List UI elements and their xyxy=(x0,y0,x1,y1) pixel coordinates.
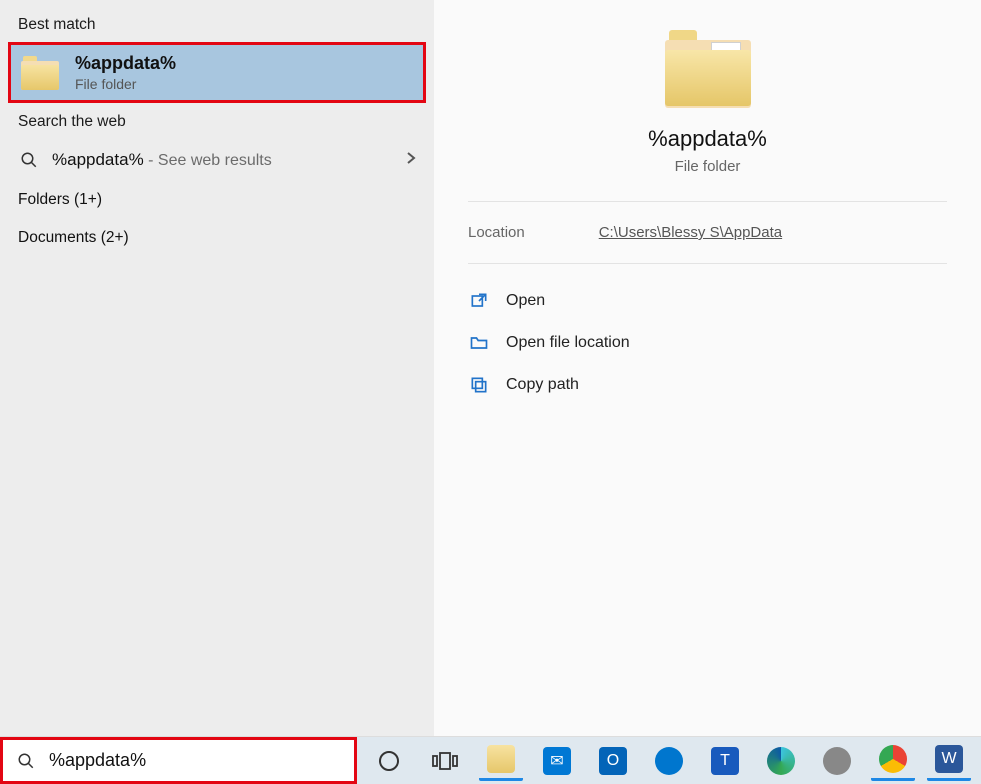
best-match-subtitle: File folder xyxy=(75,76,176,92)
action-open-file-location[interactable]: Open file location xyxy=(458,324,957,362)
category-documents[interactable]: Documents (2+) xyxy=(0,219,434,257)
taskbar-app-word[interactable]: W xyxy=(927,741,971,781)
web-search-result[interactable]: %appdata% - See web results xyxy=(0,139,434,181)
open-icon xyxy=(468,290,490,312)
best-match-header: Best match xyxy=(0,6,434,42)
action-open[interactable]: Open xyxy=(458,282,957,320)
action-open-file-location-label: Open file location xyxy=(506,334,630,352)
cortana-button[interactable] xyxy=(367,741,411,781)
action-copy-path-label: Copy path xyxy=(506,376,579,394)
folder-icon xyxy=(665,30,751,108)
location-label: Location xyxy=(468,224,525,241)
web-result-query: %appdata% xyxy=(52,150,144,169)
web-result-suffix: - See web results xyxy=(144,152,272,169)
action-copy-path[interactable]: Copy path xyxy=(458,366,957,404)
web-result-text: %appdata% - See web results xyxy=(52,150,272,170)
folder-open-icon xyxy=(468,332,490,354)
copy-icon xyxy=(468,374,490,396)
preview-panel: %appdata% File folder Location C:\Users\… xyxy=(434,0,981,736)
preview-subtitle: File folder xyxy=(675,158,741,175)
taskbar-app-dell[interactable] xyxy=(647,741,691,781)
taskbar-app-teams[interactable]: T xyxy=(703,741,747,781)
taskbar: ✉ O T W xyxy=(0,736,981,784)
search-web-header: Search the web xyxy=(0,103,434,139)
search-box[interactable] xyxy=(0,737,357,784)
chevron-right-icon xyxy=(406,151,416,170)
preview-title: %appdata% xyxy=(648,126,767,152)
best-match-result[interactable]: %appdata% File folder xyxy=(8,42,426,103)
best-match-title: %appdata% xyxy=(75,53,176,74)
taskbar-app-chrome[interactable] xyxy=(871,741,915,781)
search-icon xyxy=(18,149,40,171)
task-view-button[interactable] xyxy=(423,741,467,781)
location-row: Location C:\Users\Blessy S\AppData xyxy=(434,202,981,263)
search-results-panel: Best match %appdata% File folder Search … xyxy=(0,0,434,736)
folder-icon xyxy=(21,56,59,90)
taskbar-app-outlook[interactable]: O xyxy=(591,741,635,781)
location-link[interactable]: C:\Users\Blessy S\AppData xyxy=(599,224,782,241)
taskbar-app-edge[interactable] xyxy=(759,741,803,781)
search-icon xyxy=(15,750,37,772)
taskbar-app-avatar[interactable] xyxy=(815,741,859,781)
taskbar-app-mail[interactable]: ✉ xyxy=(535,741,579,781)
category-folders[interactable]: Folders (1+) xyxy=(0,181,434,219)
search-input[interactable] xyxy=(49,750,342,771)
taskbar-app-explorer[interactable] xyxy=(479,741,523,781)
action-open-label: Open xyxy=(506,292,545,310)
